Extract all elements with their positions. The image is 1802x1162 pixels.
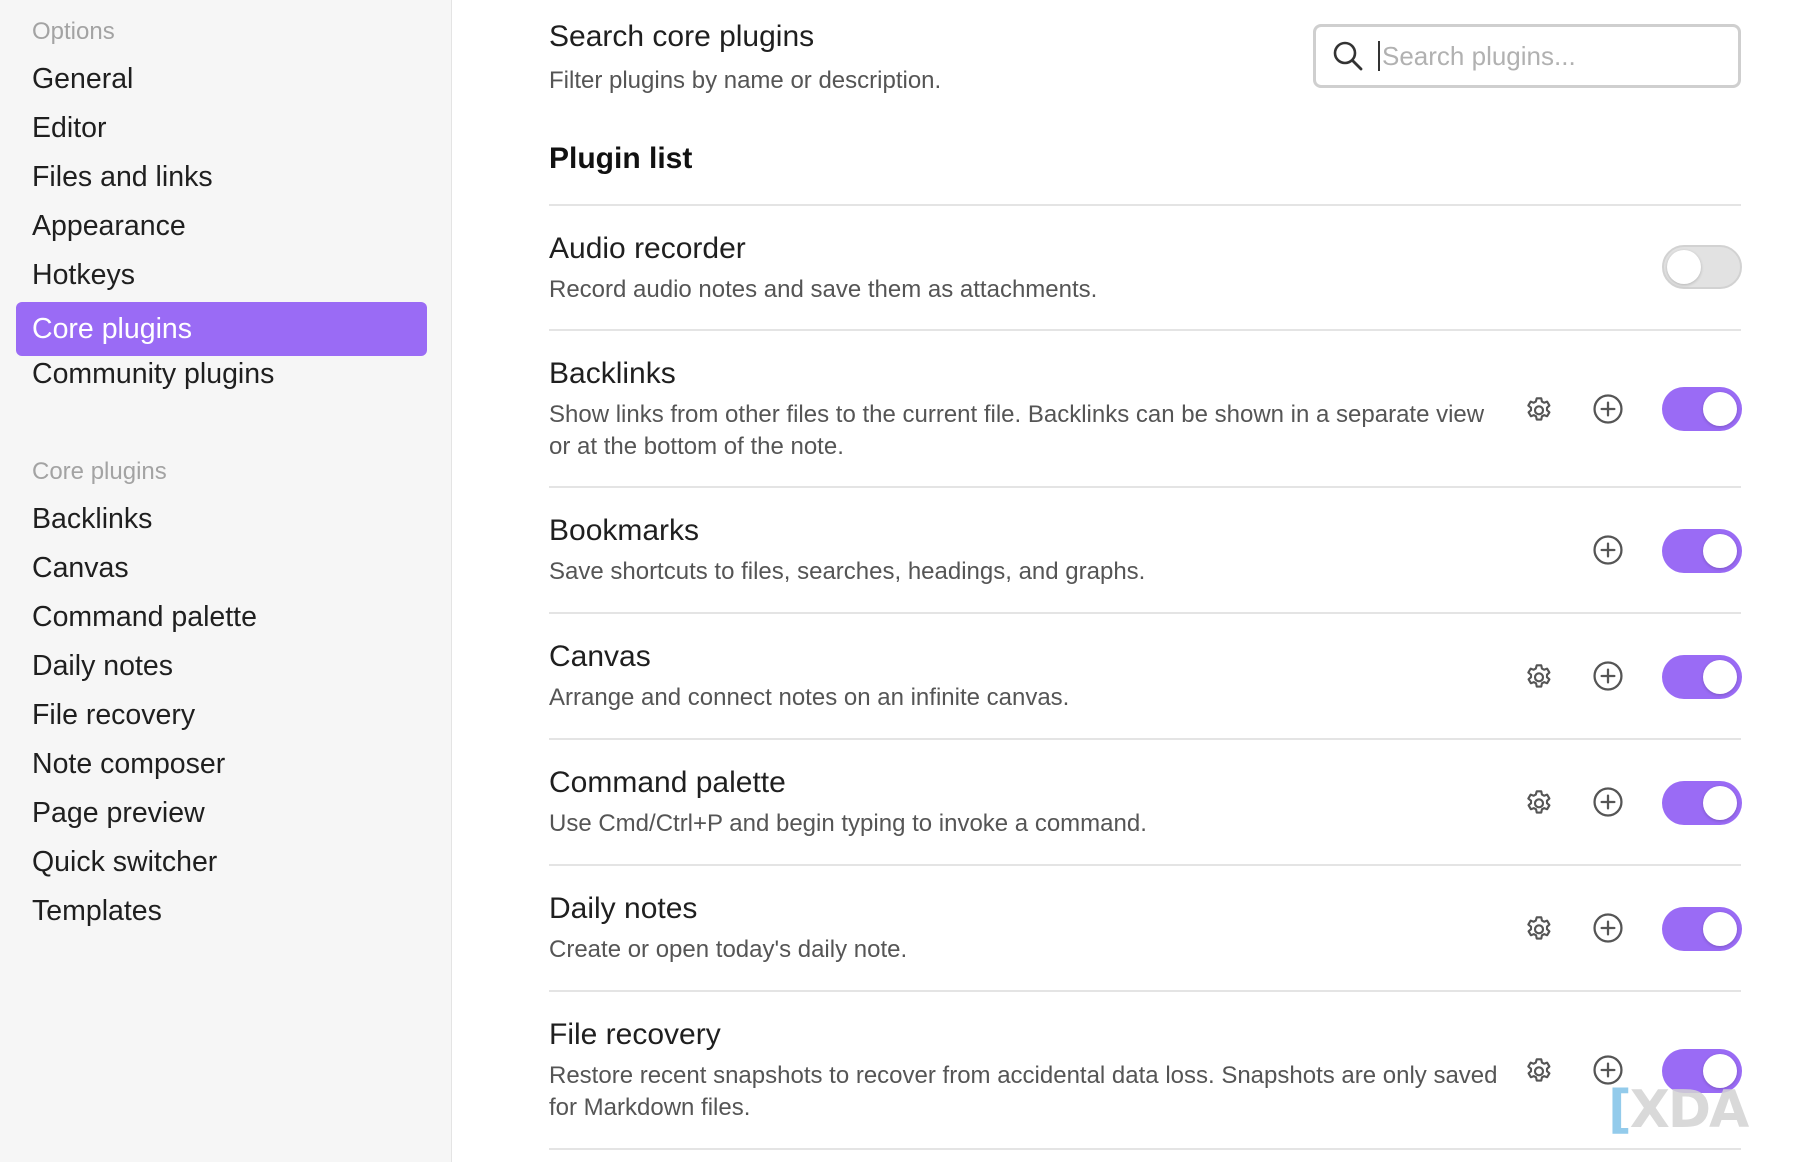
search-section-title: Search core plugins xyxy=(549,20,815,53)
plugin-name-command-palette: Command palette xyxy=(549,766,786,799)
plugin-description-backlinks: Show links from other files to the curre… xyxy=(549,401,1485,460)
search-box[interactable] xyxy=(1313,24,1741,88)
toggle-command-palette[interactable] xyxy=(1662,781,1742,825)
plugin-description-daily-notes: Create or open today's daily note. xyxy=(549,936,908,963)
gear-icon xyxy=(1527,790,1551,814)
divider xyxy=(549,486,1741,488)
search-section-description: Filter plugins by name or description. xyxy=(549,67,942,94)
watermark-bracket-icon: [ xyxy=(1608,1080,1632,1140)
toggle-canvas[interactable] xyxy=(1662,655,1742,699)
sidebar-item-files-and-links[interactable]: Files and links xyxy=(16,150,427,204)
text-caret xyxy=(1378,41,1380,71)
divider xyxy=(549,329,1741,331)
gear-icon xyxy=(1527,397,1551,421)
command-palette-settings-button[interactable] xyxy=(1521,784,1557,820)
sidebar-item-page-preview[interactable]: Page preview xyxy=(16,786,427,840)
search-input[interactable] xyxy=(1382,40,1702,72)
bookmarks-hotkey-button[interactable] xyxy=(1590,532,1626,568)
divider xyxy=(549,1148,1741,1150)
toggle-knob xyxy=(1703,534,1737,568)
xda-watermark: [XDA xyxy=(1608,1080,1749,1140)
sidebar-item-hotkeys[interactable]: Hotkeys xyxy=(16,248,427,302)
plus-circle-icon xyxy=(1593,394,1623,424)
sidebar-item-file-recovery[interactable]: File recovery xyxy=(16,688,427,742)
canvas-hotkey-button[interactable] xyxy=(1590,658,1626,694)
sidebar-item-quick-switcher[interactable]: Quick switcher xyxy=(16,835,427,889)
plugin-name-backlinks: Backlinks xyxy=(549,357,676,390)
sidebar-item-general[interactable]: General xyxy=(16,52,427,106)
gear-icon xyxy=(1527,916,1551,940)
backlinks-settings-button[interactable] xyxy=(1521,391,1557,427)
command-palette-hotkey-button[interactable] xyxy=(1590,784,1626,820)
canvas-settings-button[interactable] xyxy=(1521,658,1557,694)
toggle-knob xyxy=(1703,786,1737,820)
toggle-knob xyxy=(1703,392,1737,426)
settings-sidebar: Options General Editor Files and links A… xyxy=(0,0,452,1162)
plugin-description-audio-recorder: Record audio notes and save them as atta… xyxy=(549,276,1098,303)
sidebar-item-community-plugins[interactable]: Community plugins xyxy=(16,347,427,401)
file-recovery-settings-button[interactable] xyxy=(1521,1052,1557,1088)
divider xyxy=(549,612,1741,614)
sidebar-item-canvas[interactable]: Canvas xyxy=(16,541,427,595)
toggle-knob xyxy=(1703,912,1737,946)
toggle-knob xyxy=(1703,660,1737,694)
search-icon xyxy=(1333,41,1363,71)
watermark-text: XDA xyxy=(1629,1080,1749,1140)
plus-circle-icon xyxy=(1593,661,1623,691)
plus-circle-icon xyxy=(1593,913,1623,943)
plugin-description-command-palette: Use Cmd/Ctrl+P and begin typing to invok… xyxy=(549,810,1147,837)
daily-notes-hotkey-button[interactable] xyxy=(1590,910,1626,946)
sidebar-item-templates[interactable]: Templates xyxy=(16,884,427,938)
sidebar-item-editor[interactable]: Editor xyxy=(16,101,427,155)
plugin-name-canvas: Canvas xyxy=(549,640,651,673)
plugin-name-daily-notes: Daily notes xyxy=(549,892,698,925)
divider xyxy=(549,990,1741,992)
core-plugins-pane: Search core plugins Filter plugins by na… xyxy=(453,0,1802,1162)
plugin-description-file-recovery: Restore recent snapshots to recover from… xyxy=(549,1062,1498,1121)
gear-icon xyxy=(1527,664,1551,688)
toggle-audio-recorder[interactable] xyxy=(1662,245,1742,289)
divider xyxy=(549,204,1741,206)
toggle-knob xyxy=(1667,250,1701,284)
divider xyxy=(549,864,1741,866)
plugin-description-canvas: Arrange and connect notes on an infinite… xyxy=(549,684,1070,711)
plugin-name-bookmarks: Bookmarks xyxy=(549,514,700,547)
plugin-list-heading: Plugin list xyxy=(549,142,693,175)
plus-circle-icon xyxy=(1593,535,1623,565)
sidebar-heading-core-plugins: Core plugins xyxy=(32,458,167,485)
toggle-backlinks[interactable] xyxy=(1662,387,1742,431)
sidebar-item-appearance[interactable]: Appearance xyxy=(16,199,427,253)
gear-icon xyxy=(1527,1058,1551,1082)
plugin-name-file-recovery: File recovery xyxy=(549,1018,721,1051)
sidebar-item-command-palette[interactable]: Command palette xyxy=(16,590,427,644)
divider xyxy=(549,738,1741,740)
daily-notes-settings-button[interactable] xyxy=(1521,910,1557,946)
sidebar-item-daily-notes[interactable]: Daily notes xyxy=(16,639,427,693)
toggle-bookmarks[interactable] xyxy=(1662,529,1742,573)
backlinks-hotkey-button[interactable] xyxy=(1590,391,1626,427)
sidebar-heading-options: Options xyxy=(32,18,115,45)
plugin-name-audio-recorder: Audio recorder xyxy=(549,232,746,265)
toggle-daily-notes[interactable] xyxy=(1662,907,1742,951)
plus-circle-icon xyxy=(1593,787,1623,817)
sidebar-item-backlinks[interactable]: Backlinks xyxy=(16,492,427,546)
plugin-description-bookmarks: Save shortcuts to files, searches, headi… xyxy=(549,558,1146,585)
sidebar-item-note-composer[interactable]: Note composer xyxy=(16,737,427,791)
